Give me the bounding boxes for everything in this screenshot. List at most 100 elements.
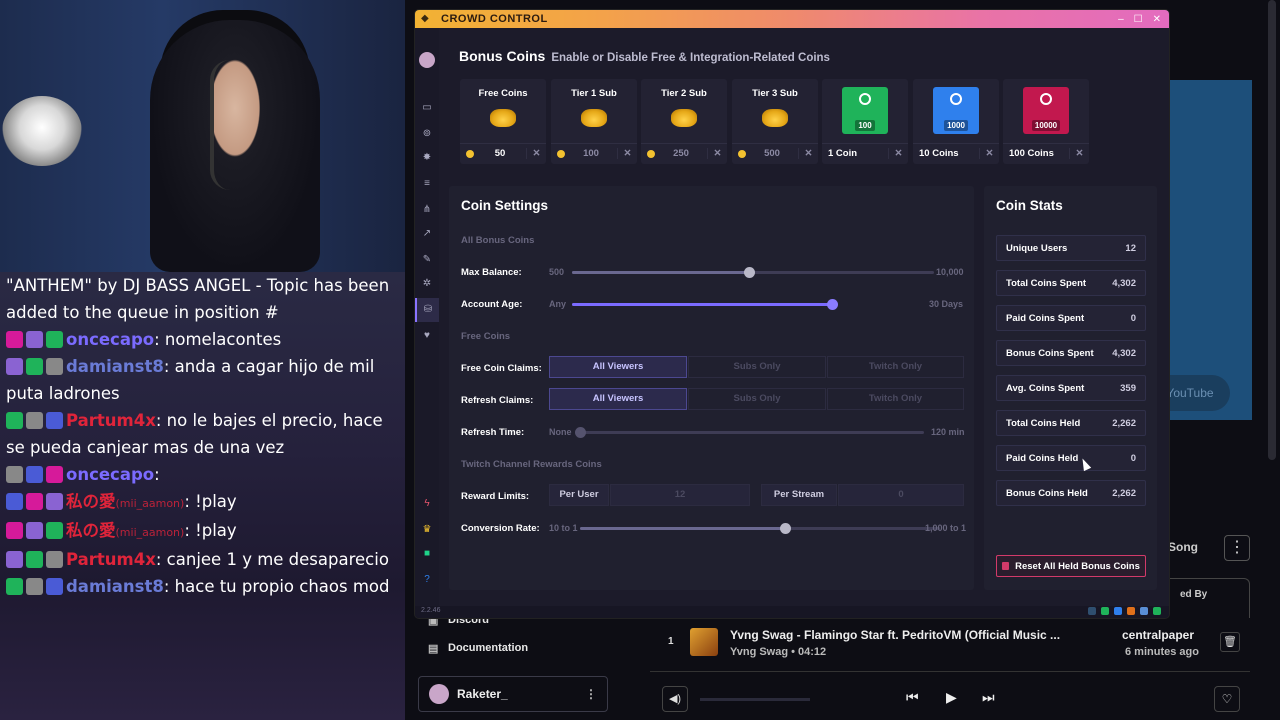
tier-card: Tier 3 Sub 500 ✕ [732, 79, 818, 164]
list-icon[interactable]: ≡ [415, 178, 439, 189]
tier-value-input[interactable]: 50 [474, 148, 526, 159]
max-balance-label: Max Balance: [461, 267, 522, 278]
title-bar[interactable]: ◆ CROWD CONTROL – ☐ ✕ [415, 10, 1169, 28]
app-sidebar: ▭ ⊚ ✸ ≡ ⋔ ↗ ✎ ✲ ⛁ ♥ ϟ ♛ ■ ? [415, 28, 439, 618]
chat-text: : !play [184, 492, 237, 511]
stat-row: Total Coins Held 2,262 [996, 410, 1146, 436]
maximize-icon[interactable]: ☐ [1134, 14, 1143, 25]
coin-pack-icon[interactable]: 100 [842, 87, 888, 134]
song-thumbnail [690, 628, 718, 656]
reset-held-bonus-coins-button[interactable]: Reset All Held Bonus Coins [996, 555, 1146, 577]
tier-value-input[interactable]: 250 [655, 148, 707, 159]
status-icon-2[interactable] [1101, 607, 1109, 615]
pack-amount: 10000 [1031, 120, 1061, 131]
window-title: CROWD CONTROL [441, 13, 548, 25]
nav-documentation[interactable]: ▤ Documentation [428, 642, 528, 655]
clear-icon[interactable]: ✕ [617, 148, 637, 159]
trend-icon[interactable]: ↗ [415, 228, 439, 239]
conversion-rate-knob[interactable] [780, 523, 792, 534]
refresh-claims-all-viewers[interactable]: All Viewers [549, 388, 687, 410]
camera-icon[interactable]: ■ [415, 548, 439, 559]
coin-pack-card: 10000 100 Coins ✕ [1003, 79, 1089, 164]
routing-icon[interactable]: ⋔ [415, 204, 439, 215]
trash-icon[interactable]: 🗑 [1220, 632, 1240, 652]
heart-sidebar-icon[interactable]: ♥ [415, 330, 439, 341]
status-icon-4[interactable] [1127, 607, 1135, 615]
close-icon[interactable]: ✕ [1153, 14, 1161, 25]
user-menu-icon[interactable]: ⋮ [585, 687, 597, 701]
free-claims-all-viewers[interactable]: All Viewers [549, 356, 687, 378]
max-balance-knob[interactable] [744, 267, 756, 278]
chat-username[interactable]: damianst8 [66, 577, 164, 596]
volume-slider[interactable] [700, 698, 810, 701]
status-icon-5[interactable] [1140, 607, 1148, 615]
free-claims-subs-only[interactable]: Subs Only [688, 356, 826, 378]
conversion-rate-slider[interactable] [580, 523, 940, 534]
refresh-claims-twitch-only[interactable]: Twitch Only [827, 388, 964, 410]
user-account-box[interactable]: Raketer_ ⋮ [418, 676, 608, 712]
effects-icon[interactable]: ✸ [415, 152, 439, 163]
chat-text: : canjee 1 y me desaparecio [155, 550, 389, 569]
status-icon-6[interactable] [1153, 607, 1161, 615]
clear-icon[interactable]: ✕ [1069, 148, 1089, 159]
clear-icon[interactable]: ✕ [707, 148, 727, 159]
chat-username[interactable]: Partum4x [66, 550, 156, 569]
chat-username[interactable]: oncecapo [66, 330, 154, 349]
clear-icon[interactable]: ✕ [526, 148, 546, 159]
clear-icon[interactable]: ✕ [888, 148, 908, 159]
stat-label: Bonus Coins Spent [1006, 347, 1094, 359]
chat-message: oncecapo: nomelacontes [6, 326, 399, 353]
coins-icon[interactable]: ⛁ [415, 298, 439, 322]
gamepad-icon[interactable]: ⊚ [415, 128, 439, 139]
chat-username[interactable]: oncecapo [66, 465, 154, 484]
chat-text: : [154, 465, 160, 484]
crown-icon[interactable]: ♛ [415, 524, 439, 535]
clear-icon[interactable]: ✕ [798, 148, 818, 159]
tier-input-row: 250 ✕ [641, 143, 727, 163]
chat-username[interactable]: damianst8 [66, 357, 164, 376]
chat-badge-icon [6, 358, 23, 375]
coin-pack-icon[interactable]: 10000 [1023, 87, 1069, 134]
status-icon-1[interactable] [1088, 607, 1096, 615]
page-scrollbar[interactable] [1268, 0, 1276, 460]
bolt-icon[interactable]: ϟ [415, 498, 439, 509]
previous-icon[interactable]: ⏮ [906, 689, 919, 706]
play-icon[interactable]: ▶ [946, 689, 957, 706]
queue-row[interactable]: 1 Yvng Swag - Flamingo Star ft. PedritoV… [650, 620, 1250, 672]
free-claims-twitch-only[interactable]: Twitch Only [827, 356, 964, 378]
refresh-claims-subs-only[interactable]: Subs Only [688, 388, 826, 410]
volume-icon[interactable]: ◀) [662, 686, 688, 712]
gear-icon[interactable]: ✲ [415, 278, 439, 289]
refresh-time-knob[interactable] [575, 427, 586, 438]
wrench-icon[interactable]: ✎ [415, 254, 439, 265]
account-age-knob[interactable] [827, 299, 838, 310]
next-icon[interactable]: ⏭ [982, 689, 995, 706]
section-twitch-rewards: Twitch Channel Rewards Coins [461, 459, 602, 470]
per-stream-input[interactable]: 0 [838, 484, 964, 506]
profile-avatar[interactable] [419, 52, 435, 68]
monitor-icon[interactable]: ▭ [415, 102, 439, 113]
chat-username[interactable]: Partum4x [66, 411, 156, 430]
account-age-slider[interactable] [572, 299, 838, 310]
per-user-input[interactable]: 12 [610, 484, 750, 506]
reward-limits-label: Reward Limits: [461, 491, 530, 502]
refresh-time-slider[interactable] [575, 427, 924, 438]
per-stream-label: Per Stream [761, 484, 837, 506]
tier-value-input[interactable]: 100 [565, 148, 617, 159]
help-icon[interactable]: ? [415, 574, 439, 585]
max-balance-slider[interactable] [572, 267, 934, 278]
more-menu-button[interactable]: ⋮ [1224, 535, 1250, 561]
requested-time: 6 minutes ago [1125, 646, 1199, 658]
clock-icon [859, 93, 871, 105]
minimize-icon[interactable]: – [1118, 14, 1124, 25]
status-icon-3[interactable] [1114, 607, 1122, 615]
chat-username[interactable]: 私の愛 [66, 521, 116, 540]
tier-name: Tier 1 Sub [571, 88, 617, 99]
clear-icon[interactable]: ✕ [979, 148, 999, 159]
reset-button-label: Reset All Held Bonus Coins [1015, 560, 1140, 572]
coin-pack-icon[interactable]: 1000 [933, 87, 979, 134]
chat-username[interactable]: 私の愛 [66, 492, 116, 511]
tier-value-input[interactable]: 500 [746, 148, 798, 159]
heart-icon[interactable]: ♡ [1214, 686, 1240, 712]
tier-name: Tier 2 Sub [661, 88, 707, 99]
